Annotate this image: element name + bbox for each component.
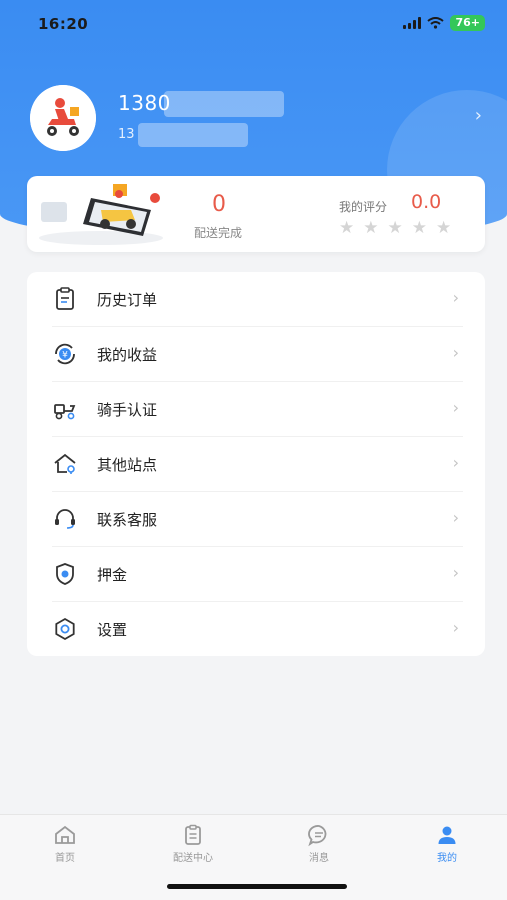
tab-label: 配送中心 — [173, 853, 213, 864]
status-bar: 16:20 76+ — [0, 0, 507, 50]
status-time: 16:20 — [38, 15, 89, 33]
profile-phone: 1380 — [118, 91, 171, 115]
chevron-right-icon: › — [452, 618, 459, 637]
menu-item-label: 其他站点 — [97, 456, 158, 474]
menu-item-rider-certification[interactable]: 骑手认证 › — [27, 382, 485, 437]
stats-card: 0 配送完成 我的评分 0.0 ★ ★ ★ ★ ★ — [27, 176, 485, 252]
chevron-right-icon: › — [452, 343, 459, 362]
home-icon — [55, 825, 75, 844]
cellular-signal-icon — [403, 17, 422, 29]
chevron-right-icon: › — [452, 398, 459, 417]
wifi-icon — [427, 17, 445, 29]
menu-item-label: 设置 — [97, 621, 128, 639]
profile-subtitle: 13 — [118, 127, 135, 142]
tab-delivery-center[interactable]: 配送中心 — [148, 823, 238, 864]
menu-item-label: 押金 — [97, 566, 128, 584]
tab-profile[interactable]: 我的 — [402, 823, 492, 864]
star-icon: ★ — [363, 218, 379, 238]
menu-item-label: 我的收益 — [97, 346, 158, 364]
menu-item-order-history[interactable]: 历史订单 › — [27, 272, 485, 327]
chevron-right-icon: › — [452, 508, 459, 527]
customer-service-icon — [55, 509, 75, 529]
menu-item-other-stations[interactable]: 其他站点 › — [27, 437, 485, 492]
menu-item-label: 联系客服 — [97, 511, 158, 529]
rating-value: 0.0 — [411, 191, 442, 213]
menu-item-settings[interactable]: 设置 › — [27, 602, 485, 657]
message-icon — [308, 825, 327, 847]
rating-label: 我的评分 — [339, 200, 388, 214]
other-stations-icon — [54, 453, 76, 474]
phone-redaction — [164, 91, 284, 117]
chevron-right-icon: › — [452, 453, 459, 472]
star-icon: ★ — [411, 218, 427, 238]
settings-icon — [55, 617, 75, 641]
rating-stars: ★ ★ ★ ★ ★ — [339, 218, 451, 238]
rider-certification-icon — [54, 404, 76, 420]
star-icon: ★ — [387, 218, 403, 238]
order-history-icon — [56, 287, 74, 310]
delivered-count: 0 — [212, 192, 226, 217]
svg-text:¥: ¥ — [62, 351, 68, 361]
deposit-icon — [56, 563, 74, 585]
home-indicator[interactable] — [167, 884, 347, 889]
profile-icon — [438, 826, 456, 844]
chevron-right-icon[interactable]: › — [475, 105, 482, 126]
tab-label: 消息 — [309, 853, 329, 864]
tab-messages[interactable]: 消息 — [274, 823, 364, 864]
menu-item-label: 历史订单 — [97, 291, 158, 309]
subtitle-redaction — [138, 123, 248, 147]
menu-item-label: 骑手认证 — [97, 401, 158, 419]
tab-label: 我的 — [437, 853, 457, 864]
earnings-icon: ¥ — [55, 343, 75, 365]
rider-avatar-icon — [30, 85, 96, 151]
battery-indicator: 76+ — [450, 15, 485, 31]
star-icon: ★ — [436, 218, 452, 238]
menu-item-deposit[interactable]: 押金 › — [27, 547, 485, 602]
menu-item-earnings[interactable]: ¥ 我的收益 › — [27, 327, 485, 382]
delivery-center-icon — [185, 824, 201, 845]
delivery-illustration-icon — [39, 184, 163, 245]
delivered-label: 配送完成 — [193, 226, 242, 240]
chevron-right-icon: › — [452, 563, 459, 582]
tab-home[interactable]: 首页 — [20, 823, 110, 864]
avatar[interactable] — [30, 85, 96, 151]
chevron-right-icon: › — [452, 288, 459, 307]
tab-label: 首页 — [55, 853, 75, 864]
star-icon: ★ — [339, 218, 355, 238]
menu-item-customer-service[interactable]: 联系客服 › — [27, 492, 485, 547]
profile-section[interactable]: 1380 13 › — [30, 85, 490, 155]
menu-card: 历史订单 › ¥ 我的收益 › 骑手认证 › 其他站点 › 联系客服 › 押金 … — [27, 272, 485, 656]
